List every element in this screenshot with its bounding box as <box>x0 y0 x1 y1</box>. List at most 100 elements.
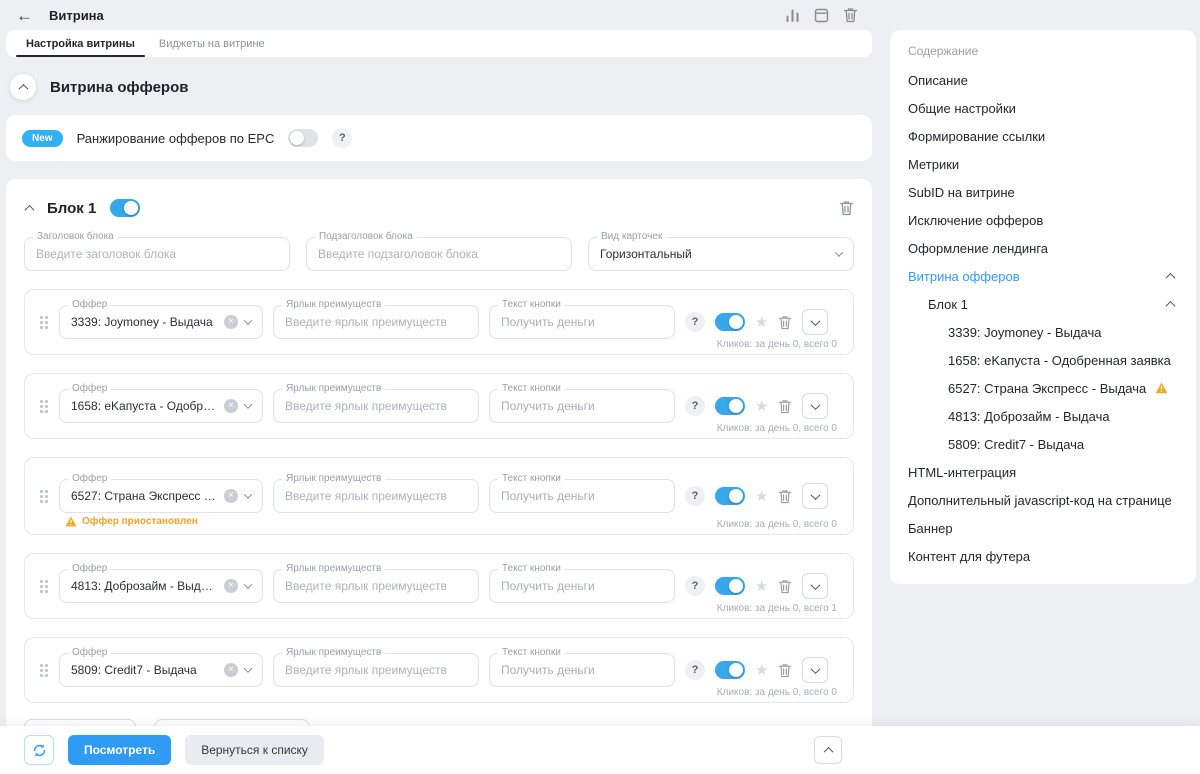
star-icon[interactable]: ★ <box>755 315 768 330</box>
star-icon[interactable]: ★ <box>755 399 768 414</box>
button-text-field: Текст кнопки <box>489 473 675 513</box>
help-icon[interactable]: ? <box>332 128 353 148</box>
sidebar-item-footer-content[interactable]: Контент для футера <box>908 542 1178 570</box>
clear-icon[interactable]: × <box>224 315 238 329</box>
offer-select[interactable]: 1658: eKапуста - Одобренная заявка × <box>59 389 263 423</box>
offer-label: Оффер <box>68 383 112 394</box>
window-icon[interactable] <box>814 8 829 23</box>
sidebar-item-subid[interactable]: SubID на витрине <box>908 178 1178 206</box>
star-icon[interactable]: ★ <box>755 489 768 504</box>
trash-icon[interactable] <box>778 663 792 678</box>
sidebar-item-additional-js[interactable]: Дополнительный javascript-код на страниц… <box>908 486 1178 514</box>
sidebar-item-general-settings[interactable]: Общие настройки <box>908 94 1178 122</box>
block-subtitle-input[interactable] <box>306 237 572 271</box>
drag-handle-icon[interactable] <box>39 488 49 504</box>
offer-row: Оффер 1658: eKапуста - Одобренная заявка… <box>24 373 854 439</box>
offer-select[interactable]: 6527: Страна Экспресс - Выдача × <box>59 479 263 513</box>
bar-chart-icon[interactable] <box>785 8 800 23</box>
epc-ranking-toggle[interactable] <box>288 129 319 147</box>
block-trash-icon[interactable] <box>839 200 854 216</box>
offer-toggle[interactable] <box>715 487 745 505</box>
back-arrow-icon[interactable]: ← <box>16 7 33 24</box>
expand-button[interactable] <box>802 573 829 599</box>
perks-input[interactable] <box>273 479 479 513</box>
preview-button[interactable]: Посмотреть <box>68 735 172 765</box>
section-collapse-button[interactable] <box>10 74 36 100</box>
help-icon[interactable]: ? <box>685 312 705 332</box>
trash-icon[interactable] <box>778 579 792 594</box>
drag-handle-icon[interactable] <box>39 662 49 678</box>
chevron-up-icon[interactable] <box>1165 272 1176 283</box>
offer-toggle[interactable] <box>715 313 745 331</box>
help-icon[interactable]: ? <box>685 660 705 680</box>
drag-handle-icon[interactable] <box>39 398 49 414</box>
offer-toggle[interactable] <box>715 577 745 595</box>
trash-icon[interactable] <box>778 399 792 414</box>
trash-icon[interactable] <box>843 7 858 23</box>
perks-input[interactable] <box>273 569 479 603</box>
clear-icon[interactable]: × <box>224 489 238 503</box>
offer-toggle[interactable] <box>715 397 745 415</box>
tab-showcase-widgets[interactable]: Виджеты на витрине <box>147 30 277 57</box>
sidebar-item-link-building[interactable]: Формирование ссылки <box>908 122 1178 150</box>
drag-handle-icon[interactable] <box>39 578 49 594</box>
card-view-select[interactable]: Горизонтальный <box>588 237 854 271</box>
expand-button[interactable] <box>802 483 829 509</box>
offer-toggle[interactable] <box>715 661 745 679</box>
offer-select-field: Оффер 3339: Joymoney - Выдача × <box>59 299 263 339</box>
perks-input[interactable] <box>273 653 479 687</box>
block-title-input[interactable] <box>24 237 290 271</box>
expand-button[interactable] <box>802 309 829 335</box>
sidebar-item-landing-design[interactable]: Оформление лендинга <box>908 234 1178 262</box>
help-icon[interactable]: ? <box>685 396 705 416</box>
sidebar-item-offer-3339[interactable]: 3339: Joymoney - Выдача <box>908 318 1178 346</box>
offer-select[interactable]: 3339: Joymoney - Выдача × <box>59 305 263 339</box>
sidebar-item-html-integration[interactable]: HTML-интеграция <box>908 458 1178 486</box>
collapse-footer-button[interactable] <box>814 736 842 764</box>
button-text-input[interactable] <box>489 569 675 603</box>
sidebar-item-offer-4813[interactable]: 4813: Доброзайм - Выдача <box>908 402 1178 430</box>
clear-icon[interactable]: × <box>224 663 238 677</box>
offer-select-value: 4813: Доброзайм - Выдача <box>71 579 217 593</box>
star-icon[interactable]: ★ <box>755 579 768 594</box>
button-text-input[interactable] <box>489 479 675 513</box>
sidebar-item-banner[interactable]: Баннер <box>908 514 1178 542</box>
back-to-list-button[interactable]: Вернуться к списку <box>185 735 324 765</box>
sidebar-item-description[interactable]: Описание <box>908 66 1178 94</box>
button-text-label: Текст кнопки <box>498 299 565 310</box>
sidebar-item-offer-exclusion[interactable]: Исключение офферов <box>908 206 1178 234</box>
trash-icon[interactable] <box>778 315 792 330</box>
offer-select-value: 5809: Credit7 - Выдача <box>71 663 197 677</box>
perks-input[interactable] <box>273 305 479 339</box>
tab-showcase-settings[interactable]: Настройка витрины <box>14 30 147 57</box>
button-text-input[interactable] <box>489 389 675 423</box>
sidebar-item-offer-6527[interactable]: 6527: Страна Экспресс - Выдача <box>908 374 1178 402</box>
help-icon[interactable]: ? <box>685 576 705 596</box>
clear-icon[interactable]: × <box>224 399 238 413</box>
expand-button[interactable] <box>802 393 829 419</box>
chevron-down-icon <box>243 400 253 409</box>
help-icon[interactable]: ? <box>685 486 705 506</box>
warning-icon <box>65 516 77 527</box>
drag-handle-icon[interactable] <box>39 314 49 330</box>
refresh-button[interactable] <box>24 735 54 765</box>
star-icon[interactable]: ★ <box>755 663 768 678</box>
sidebar-item-offers-showcase[interactable]: Витрина офферов <box>908 262 1178 290</box>
clear-icon[interactable]: × <box>224 579 238 593</box>
perks-input[interactable] <box>273 389 479 423</box>
sidebar-item-offer-5809[interactable]: 5809: Credit7 - Выдача <box>908 430 1178 458</box>
sidebar-item-block-1[interactable]: Блок 1 <box>908 290 1178 318</box>
offer-select[interactable]: 5809: Credit7 - Выдача × <box>59 653 263 687</box>
block-toggle[interactable] <box>110 199 141 217</box>
sidebar-item-metrics[interactable]: Метрики <box>908 150 1178 178</box>
offer-select[interactable]: 4813: Доброзайм - Выдача × <box>59 569 263 603</box>
block-collapse-icon[interactable] <box>24 204 35 215</box>
expand-button[interactable] <box>802 657 829 683</box>
chevron-up-icon[interactable] <box>1165 300 1176 311</box>
trash-icon[interactable] <box>778 489 792 504</box>
sidebar-item-label: Дополнительный javascript-код на страниц… <box>908 492 1172 508</box>
sidebar-item-offer-1658[interactable]: 1658: eKапуста - Одобренная заявка <box>908 346 1178 374</box>
button-text-input[interactable] <box>489 653 675 687</box>
button-text-input[interactable] <box>489 305 675 339</box>
sidebar-item-label: Общие настройки <box>908 100 1016 116</box>
